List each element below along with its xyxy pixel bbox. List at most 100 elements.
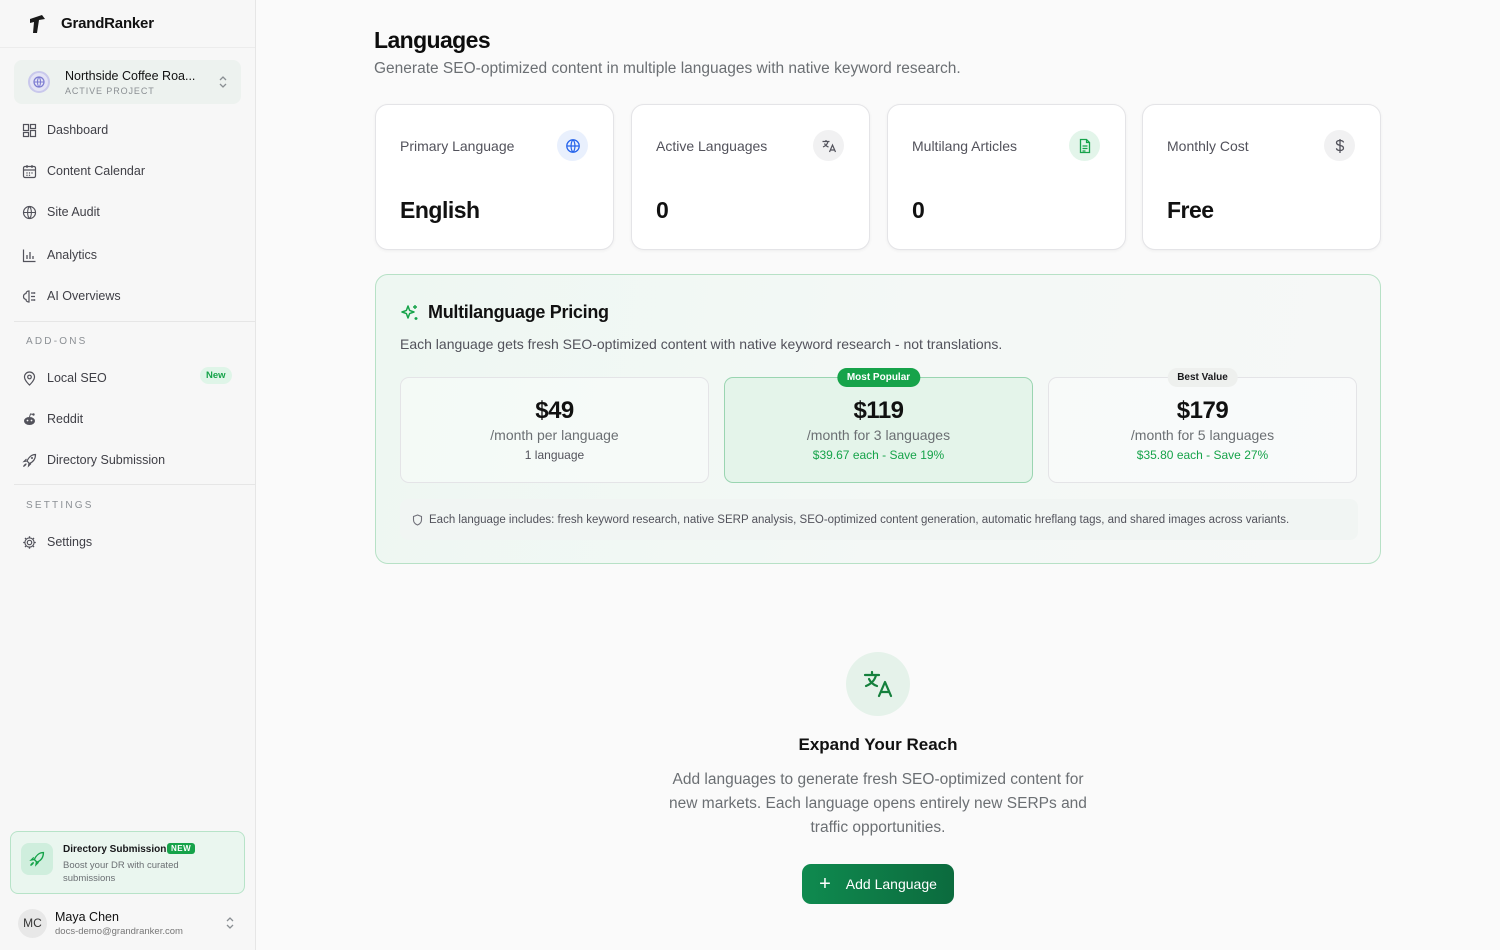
sidebar-item-reddit[interactable]: Reddit <box>22 409 83 429</box>
document-icon <box>1079 138 1090 153</box>
user-email: docs-demo@grandranker.com <box>55 925 183 937</box>
sidebar-item-label: Reddit <box>47 412 84 426</box>
calendar-icon <box>22 164 37 178</box>
globe-icon <box>565 138 580 153</box>
rocket-icon <box>29 851 45 867</box>
sidebar-item-label: Directory Submission <box>47 453 166 467</box>
dashboard-icon <box>22 123 37 137</box>
best-value-badge: Best Value <box>1167 368 1238 387</box>
empty-state-title: Expand Your Reach <box>798 735 958 754</box>
stat-icon-wrap <box>813 130 844 161</box>
project-avatar <box>28 71 50 93</box>
brand-name: GrandRanker <box>61 15 154 32</box>
promo-description: Boost your DR with curated submissions <box>63 860 179 884</box>
plan-price: $49 <box>535 397 574 424</box>
stat-icon-wrap <box>1324 130 1355 161</box>
plan-period: /month for 3 languages <box>806 427 951 443</box>
sidebar-item-label: Analytics <box>47 248 98 262</box>
sidebar-item-ai-overviews[interactable]: AI Overviews <box>22 286 121 306</box>
settings-heading: SETTINGS <box>26 500 94 511</box>
stat-value: English <box>400 197 480 223</box>
new-badge: New <box>200 367 232 384</box>
stat-value: 0 <box>656 197 669 223</box>
plan-card-3-languages[interactable]: Most Popular $119 /month for 3 languages… <box>724 368 1033 483</box>
gear-icon <box>23 535 36 549</box>
most-popular-badge: Most Popular <box>836 368 921 387</box>
stat-label: Monthly Cost <box>1167 138 1249 154</box>
sidebar-item-settings[interactable]: Settings <box>22 532 92 552</box>
plan-period: /month per language <box>490 427 619 443</box>
divider <box>14 484 256 485</box>
avatar: MC <box>18 908 47 938</box>
chevron-up-down-icon <box>226 917 234 929</box>
sidebar-item-label: Dashboard <box>47 123 109 137</box>
sidebar-item-directory-submission[interactable]: Directory Submission <box>22 450 165 470</box>
sidebar-item-dashboard[interactable]: Dashboard <box>22 120 108 140</box>
plan-note: 1 language <box>524 448 585 462</box>
stat-label: Primary Language <box>400 138 515 154</box>
plan-price: $119 <box>853 397 904 424</box>
promo-new-badge: NEW <box>167 843 196 854</box>
empty-state-icon <box>846 652 910 716</box>
add-language-label: Add Language <box>845 876 937 892</box>
page-subtitle: Generate SEO-optimized content in multip… <box>374 60 961 77</box>
page-title: Languages <box>374 27 491 53</box>
plan-period: /month for 5 languages <box>1130 427 1275 443</box>
stat-label: Multilang Articles <box>912 138 1018 154</box>
sidebar-item-label: AI Overviews <box>47 289 121 303</box>
plan-card-1-language[interactable]: $49 /month per language 1 language <box>400 377 709 483</box>
translate-icon <box>863 670 893 698</box>
user-menu[interactable]: MC Maya Chen docs-demo@grandranker.com <box>18 907 244 939</box>
sidebar-item-label: Site Audit <box>47 205 100 219</box>
stat-card-monthly-cost: Monthly Cost Free <box>1142 104 1381 250</box>
project-switcher[interactable]: Northside Coffee Roa... ACTIVE PROJECT <box>14 60 241 104</box>
globe-icon <box>33 76 45 88</box>
multilanguage-pricing-panel: Multilanguage Pricing Each language gets… <box>375 274 1381 564</box>
rocket-icon <box>22 453 37 468</box>
sidebar-item-label: Settings <box>47 535 93 549</box>
stat-value: Free <box>1167 197 1214 223</box>
map-pin-icon <box>23 370 36 386</box>
pricing-title: Multilanguage Pricing <box>428 302 609 322</box>
sidebar-item-analytics[interactable]: Analytics <box>22 245 97 265</box>
promo-icon-box <box>21 843 53 875</box>
includes-text: Each language includes: fresh keyword re… <box>429 513 1290 526</box>
globe-icon <box>22 205 37 219</box>
sidebar-item-local-seo[interactable]: Local SEO New <box>22 367 234 388</box>
stat-icon-wrap <box>1069 130 1100 161</box>
brand[interactable]: GrandRanker <box>0 0 255 48</box>
plus-icon: + <box>819 873 831 895</box>
translate-icon <box>822 139 836 152</box>
shield-icon <box>412 513 423 526</box>
directory-submission-promo[interactable]: Directory Submission NEW Boost your DR w… <box>10 831 245 894</box>
plan-price: $179 <box>1176 397 1229 424</box>
plan-card-5-languages[interactable]: Best Value $179 /month for 5 languages $… <box>1048 368 1357 483</box>
bar-chart-icon <box>22 249 36 262</box>
sidebar-item-site-audit[interactable]: Site Audit <box>22 202 100 222</box>
user-name: Maya Chen <box>55 909 119 924</box>
pricing-subtitle: Each language gets fresh SEO-optimized c… <box>400 336 1003 352</box>
dollar-icon <box>1335 138 1344 153</box>
stat-card-multilang-articles: Multilang Articles 0 <box>887 104 1126 250</box>
sparkles-icon <box>401 304 418 320</box>
stat-card-active-languages: Active Languages 0 <box>631 104 870 250</box>
addons-heading: ADD-ONS <box>26 336 88 347</box>
plan-note: $35.80 each - Save 27% <box>1136 448 1269 462</box>
reddit-icon <box>24 412 35 425</box>
stat-label: Active Languages <box>656 138 768 154</box>
brain-icon <box>22 289 36 303</box>
sidebar-item-content-calendar[interactable]: Content Calendar <box>22 161 145 181</box>
chevron-up-down-icon <box>219 76 227 88</box>
sidebar: GrandRanker Northside Coffee Roa... ACTI… <box>0 0 256 950</box>
divider <box>14 321 256 322</box>
stat-icon-wrap <box>557 130 588 161</box>
add-language-button[interactable]: + Add Language <box>802 864 954 904</box>
stat-value: 0 <box>912 197 925 223</box>
empty-state-description: Add languages to generate fresh SEO-opti… <box>669 771 1087 836</box>
includes-note: Each language includes: fresh keyword re… <box>400 499 1358 540</box>
plan-note: $39.67 each - Save 19% <box>812 448 945 462</box>
project-subtitle: ACTIVE PROJECT <box>65 85 155 96</box>
grandranker-logo-icon <box>30 14 45 33</box>
stat-card-primary-language: Primary Language English <box>375 104 614 250</box>
sidebar-item-label: Local SEO <box>47 371 107 385</box>
